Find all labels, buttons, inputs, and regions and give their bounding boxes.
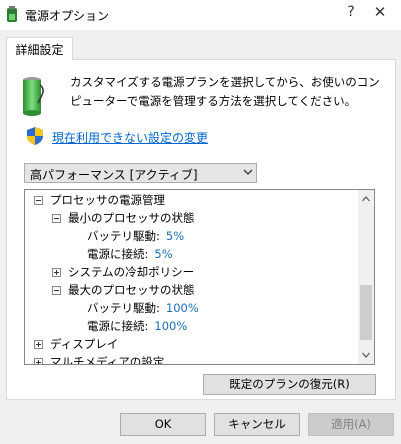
power-plan-dropdown[interactable]: 高パフォーマンス [アクティブ] bbox=[24, 163, 257, 183]
tree-item-max-processor-state[interactable]: 最大のプロセッサの状態 bbox=[52, 281, 195, 299]
tree-item-max-plugged-in[interactable]: 電源に接続: 100% bbox=[87, 317, 187, 335]
help-button[interactable]: ? bbox=[345, 4, 357, 20]
tree-item-processor-power[interactable]: プロセッサの電源管理 bbox=[34, 191, 165, 209]
setting-value[interactable]: 100% bbox=[166, 301, 199, 315]
power-options-icon bbox=[7, 6, 17, 22]
apply-button[interactable]: 適用(A) bbox=[308, 413, 394, 436]
tree-item-label: 最大のプロセッサの状態 bbox=[68, 283, 195, 297]
setting-value[interactable]: 5% bbox=[154, 247, 172, 261]
setting-value[interactable]: 100% bbox=[154, 319, 187, 333]
expand-icon[interactable] bbox=[34, 340, 43, 349]
tree-item-label: マルチメディアの設定 bbox=[50, 355, 165, 365]
window-title: 電源オプション bbox=[25, 9, 110, 23]
collapse-icon[interactable] bbox=[52, 286, 61, 295]
tree-item-label: バッテリ駆動: bbox=[87, 301, 160, 315]
ok-button[interactable]: OK bbox=[120, 413, 206, 436]
collapse-icon[interactable] bbox=[34, 196, 43, 205]
tree-item-max-on-battery[interactable]: バッテリ駆動: 100% bbox=[87, 299, 199, 317]
tree-item-min-on-battery[interactable]: バッテリ駆動: 5% bbox=[87, 227, 184, 245]
uac-shield-icon bbox=[27, 127, 43, 145]
battery-icon bbox=[23, 77, 44, 116]
setting-value[interactable]: 5% bbox=[166, 229, 184, 243]
close-button[interactable]: ✕ bbox=[370, 3, 390, 21]
tab-label: 詳細設定 bbox=[15, 42, 64, 57]
collapse-icon[interactable] bbox=[52, 214, 61, 223]
tree-item-label: 電源に接続: bbox=[87, 319, 149, 333]
cancel-button[interactable]: キャンセル bbox=[214, 413, 300, 436]
expand-icon[interactable] bbox=[34, 358, 43, 364]
title-bar: 電源オプション ? ✕ bbox=[0, 0, 401, 30]
tree-item-multimedia[interactable]: マルチメディアの設定 bbox=[34, 353, 165, 365]
intro-text: カスタマイズする電源プランを選択してから、お使いのコンピューターで電源を管理する… bbox=[70, 75, 380, 108]
tree-item-label: 最小のプロセッサの状態 bbox=[68, 211, 195, 225]
tab-advanced-settings[interactable]: 詳細設定 bbox=[6, 37, 73, 60]
restore-defaults-button[interactable]: 既定のプランの復元(R) bbox=[203, 374, 376, 395]
tree-item-label: バッテリ駆動: bbox=[87, 229, 160, 243]
power-plan-value: 高パフォーマンス [アクティブ] bbox=[30, 168, 198, 182]
tree-item-label: プロセッサの電源管理 bbox=[50, 193, 165, 207]
chevron-down-icon bbox=[243, 169, 253, 175]
tree-item-label: ディスプレイ bbox=[50, 337, 119, 351]
tree-item-display[interactable]: ディスプレイ bbox=[34, 335, 118, 353]
expand-icon[interactable] bbox=[52, 268, 61, 277]
tree-item-min-plugged-in[interactable]: 電源に接続: 5% bbox=[87, 245, 173, 263]
tree-scrollbar[interactable] bbox=[358, 190, 374, 364]
change-unavailable-settings-link[interactable]: 現在利用できない設定の変更 bbox=[52, 129, 208, 146]
tree-item-min-processor-state[interactable]: 最小のプロセッサの状態 bbox=[52, 209, 195, 227]
tree-item-label: システムの冷却ポリシー bbox=[68, 265, 195, 279]
tree-item-cooling-policy[interactable]: システムの冷却ポリシー bbox=[52, 263, 194, 281]
settings-tree[interactable]: プロセッサの電源管理 最小のプロセッサの状態 バッテリ駆動: 5% 電源に接続: 5… bbox=[24, 189, 375, 365]
scroll-up-icon[interactable] bbox=[362, 196, 370, 202]
scroll-down-icon[interactable] bbox=[362, 352, 370, 358]
scrollbar-thumb[interactable] bbox=[360, 285, 372, 340]
tree-item-label: 電源に接続: bbox=[87, 247, 149, 261]
